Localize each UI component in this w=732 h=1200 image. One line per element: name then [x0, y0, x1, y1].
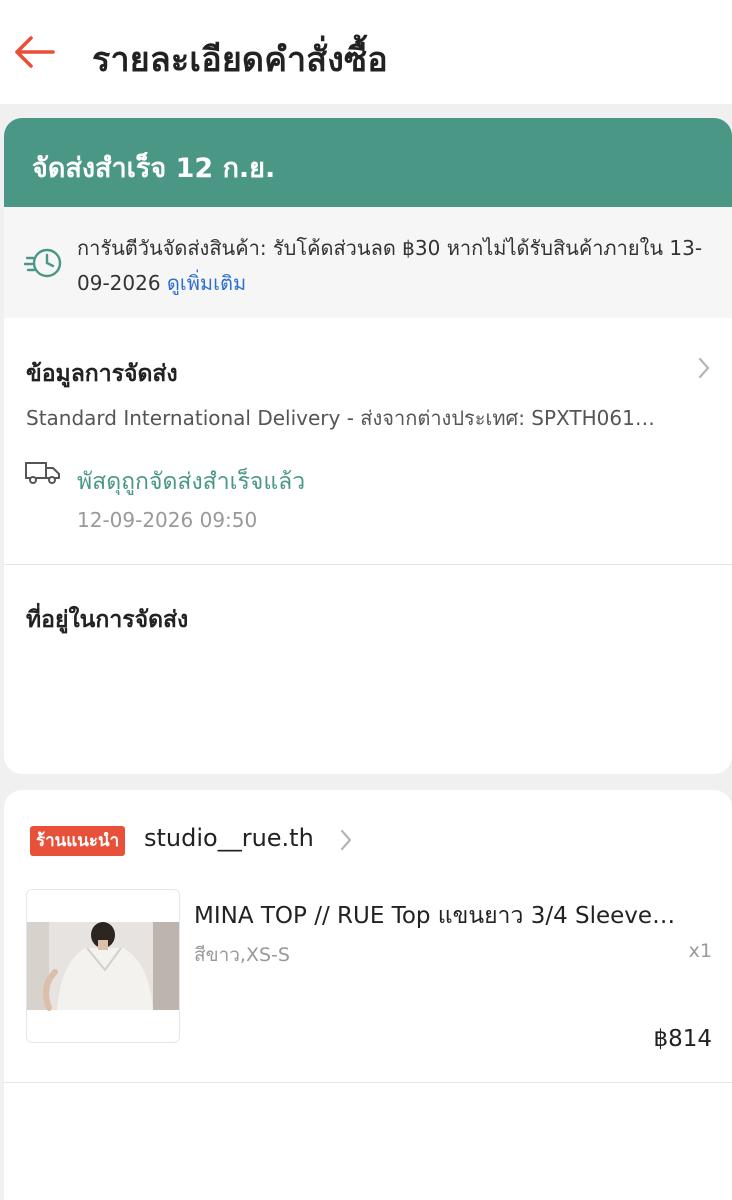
truck-icon [25, 462, 60, 484]
clock-fast-icon [24, 248, 62, 278]
shipping-info-section[interactable]: ข้อมูลการจัดส่ง Standard International D… [4, 318, 732, 564]
top-app-bar: รายละเอียดคำสั่งซื้อ [0, 0, 732, 104]
chevron-right-icon[interactable] [338, 828, 354, 852]
guarantee-text: การันตีวันจัดส่งสินค้า: รับโค้ดส่วนลด ฿3… [77, 231, 717, 301]
product-quantity: x1 [688, 940, 712, 962]
delivery-status-banner: จัดส่งสำเร็จ 12 ก.ย. [4, 118, 732, 207]
shop-name-link[interactable]: studio__rue.th [144, 824, 314, 852]
shipping-info-title: ข้อมูลการจัดส่ง [26, 361, 178, 387]
section-divider [4, 1082, 732, 1083]
product-photo-graphic [27, 922, 179, 1011]
order-status-card: จัดส่งสำเร็จ 12 ก.ย. การันตีวันจัดส่งสิน… [4, 118, 732, 774]
product-image[interactable] [26, 889, 180, 1043]
delivery-guarantee-notice: การันตีวันจัดส่งสินค้า: รับโค้ดส่วนลด ฿3… [4, 207, 732, 318]
back-button[interactable] [10, 30, 58, 74]
product-name[interactable]: MINA TOP // RUE Top แขนยาว 3/4 Sleeve… [194, 898, 704, 934]
order-items-card: ร้านแนะนำ studio__rue.th MINA TOP // RUE… [4, 790, 732, 1200]
product-price: ฿814 [653, 1026, 712, 1052]
see-more-link[interactable]: ดูเพิ่มเติม [167, 271, 246, 295]
section-divider [4, 564, 732, 565]
shipping-method: Standard International Delivery - ส่งจาก… [26, 406, 655, 430]
product-variant: สีขาว,XS-S [194, 944, 290, 966]
shipping-timestamp: 12-09-2026 09:50 [77, 508, 258, 532]
preferred-shop-badge: ร้านแนะนำ [30, 826, 126, 856]
page-title: รายละเอียดคำสั่งซื้อ [92, 40, 388, 80]
chevron-right-icon [698, 357, 710, 379]
arrow-left-icon [15, 36, 55, 68]
delivery-address-title: ที่อยู่ในการจัดส่ง [26, 607, 189, 633]
delivery-status-text: จัดส่งสำเร็จ 12 ก.ย. [32, 153, 276, 184]
shipping-status: พัสดุถูกจัดส่งสำเร็จแล้ว [77, 469, 306, 495]
